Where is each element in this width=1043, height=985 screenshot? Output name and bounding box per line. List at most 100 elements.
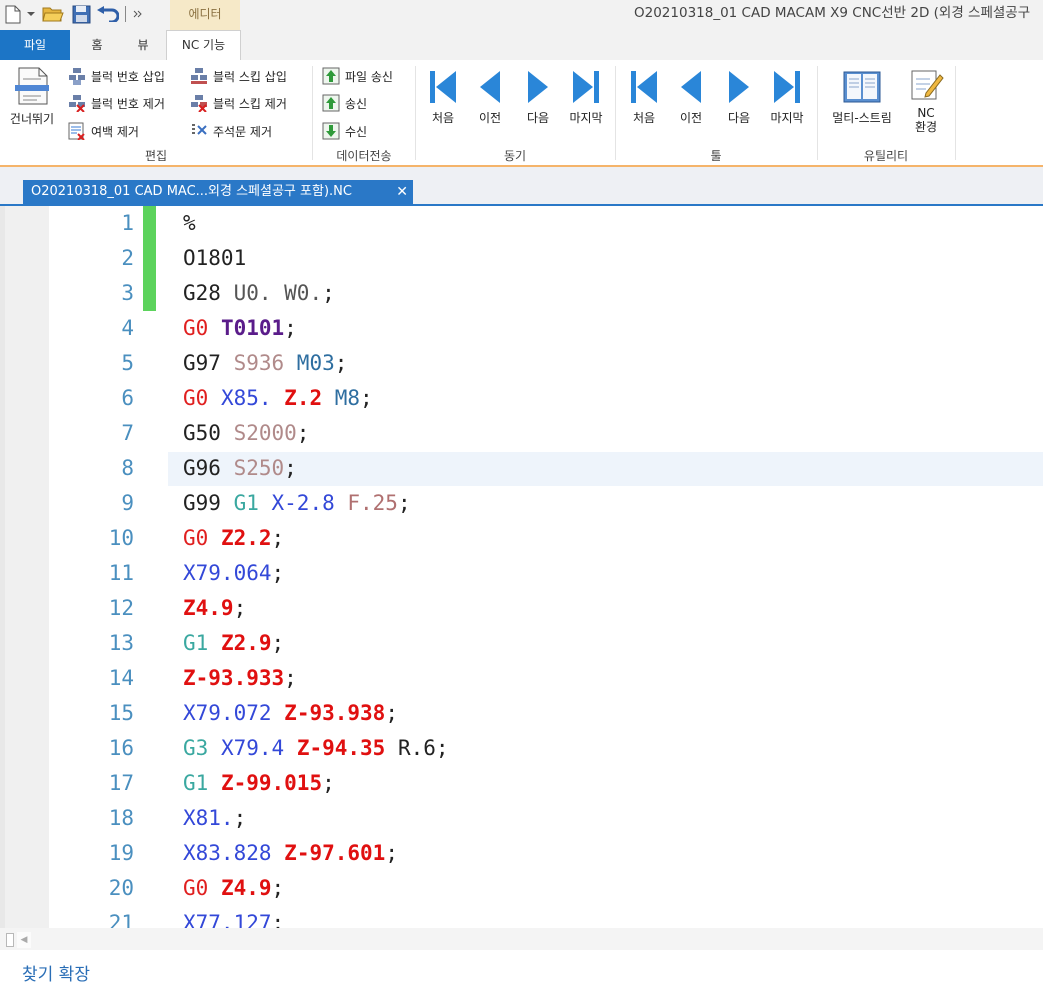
document-tab[interactable]: O20210318_01 CAD MAC...외경 스페셜공구 포함).NC ✕: [23, 180, 413, 204]
code-line[interactable]: 14 Z-93.933;: [0, 661, 1043, 696]
insert-block-skip-button[interactable]: 블럭 스킵 삽입: [190, 66, 287, 86]
code-line[interactable]: 20 G0 Z4.9;: [0, 871, 1043, 906]
line-number: 4: [121, 316, 134, 340]
send-button[interactable]: 송신: [322, 93, 367, 113]
tool-next-button[interactable]: 다음: [716, 68, 762, 126]
code-token: ;: [322, 281, 335, 305]
save-icon[interactable]: [70, 4, 92, 24]
nc-environment-label-line1: NC: [917, 106, 935, 120]
tab-file[interactable]: 파일: [0, 30, 70, 60]
code-line[interactable]: 21 X77.127;: [0, 906, 1043, 928]
horizontal-scrollbar[interactable]: [0, 928, 1043, 950]
code-line[interactable]: 7 G50 S2000;: [0, 416, 1043, 451]
tab-home[interactable]: 홈: [80, 30, 114, 60]
close-icon[interactable]: ✕: [396, 180, 408, 204]
sync-last-button[interactable]: 마지막: [562, 68, 610, 126]
scroll-left-icon[interactable]: ◀: [17, 932, 31, 948]
sync-first-button[interactable]: 처음: [420, 68, 466, 126]
code-text: G0 Z2.2;: [183, 521, 284, 556]
code-line[interactable]: 18 X81.;: [0, 801, 1043, 836]
remove-comment-button[interactable]: 주석문 제거: [190, 121, 272, 141]
remove-block-skip-button[interactable]: 블럭 스킵 제거: [190, 93, 287, 113]
folder-open-icon[interactable]: [41, 4, 65, 24]
code-token: G96: [183, 456, 221, 480]
tool-last-button[interactable]: 마지막: [763, 68, 811, 126]
code-token: ;: [296, 421, 310, 445]
skip-last-icon: [562, 68, 610, 106]
group-separator: [415, 66, 416, 160]
code-line[interactable]: 16 G3 X79.4 Z-94.35 R.6;: [0, 731, 1043, 766]
line-number: 15: [108, 701, 134, 725]
code-line[interactable]: 11 X79.064;: [0, 556, 1043, 591]
code-token: G1: [183, 771, 209, 795]
multistream-button[interactable]: 멀티-스트림: [823, 68, 901, 126]
code-token: G50: [183, 421, 221, 445]
code-line[interactable]: 13 G1 Z2.9;: [0, 626, 1043, 661]
code-line[interactable]: 17 G1 Z-99.015;: [0, 766, 1043, 801]
skip-button[interactable]: 건너뛰기: [4, 66, 60, 127]
nc-environment-label: NC 환경: [903, 106, 949, 134]
line-number: 20: [108, 876, 134, 900]
code-text: X79.064;: [183, 556, 284, 591]
code-token: Z4.9: [220, 876, 272, 900]
code-line[interactable]: 6 G0 X85. Z.2 M8;: [0, 381, 1043, 416]
code-line[interactable]: 3 G28 U0. W0.;: [0, 276, 1043, 311]
code-line[interactable]: 2 O1801: [0, 241, 1043, 276]
code-line[interactable]: 15 X79.072 Z-93.938;: [0, 696, 1043, 731]
tool-prev-button[interactable]: 이전: [668, 68, 714, 126]
skip-icon: [4, 66, 60, 106]
arrow-right-icon: [515, 68, 561, 106]
nc-environment-button[interactable]: NC 환경: [903, 66, 949, 134]
tab-view[interactable]: 뷰: [126, 30, 160, 60]
code-line[interactable]: 9 G99 G1 X-2.8 F.25;: [0, 486, 1043, 521]
code-line[interactable]: 10 G0 Z2.2;: [0, 521, 1043, 556]
code-token: G0: [183, 876, 209, 900]
remove-block-number-button[interactable]: 블럭 번호 제거: [68, 93, 165, 113]
sync-prev-button[interactable]: 이전: [467, 68, 513, 126]
find-expand-link[interactable]: 찾기 확장: [22, 960, 90, 985]
group-label-transfer: 데이터전송: [336, 149, 392, 163]
code-token: G1: [220, 491, 259, 515]
code-token: ;: [397, 491, 411, 515]
customize-quick-access-icon[interactable]: [132, 4, 144, 24]
context-tab-editor[interactable]: 에디터: [170, 0, 240, 30]
code-token: ;: [334, 351, 348, 375]
code-line[interactable]: 5 G97 S936 M03;: [0, 346, 1043, 381]
window-title: O20210318_01 CAD MACAM X9 CNC선반 2D (외경 스…: [634, 5, 1031, 21]
receive-label: 수신: [345, 124, 368, 139]
scrollbar-thumb[interactable]: [6, 933, 14, 947]
code-token: ;: [271, 526, 285, 550]
sync-last-label: 마지막: [569, 111, 603, 125]
code-editor[interactable]: 1% 2 O1801 3 G28 U0. W0.; 4 G0 T0101; 5 G97 S936…: [0, 206, 1043, 928]
sync-next-button[interactable]: 다음: [515, 68, 561, 126]
new-document-icon[interactable]: [3, 4, 23, 24]
code-line[interactable]: 1%: [0, 206, 1043, 241]
insert-block-skip-label: 블럭 스킵 삽입: [213, 69, 287, 84]
code-token: O1801: [183, 246, 247, 270]
code-line[interactable]: 4 G0 T0101;: [0, 311, 1043, 346]
receive-icon: [322, 122, 340, 140]
remove-space-label: 여백 제거: [91, 124, 139, 139]
code-token: Z2.2: [220, 526, 272, 550]
code-text: Z-93.933;: [183, 661, 297, 696]
chevron-down-icon[interactable]: [25, 4, 37, 24]
insert-block-number-button[interactable]: 블럭 번호 삽입: [68, 66, 165, 86]
remove-space-button[interactable]: 여백 제거: [68, 121, 139, 141]
code-token: X81.: [183, 806, 234, 830]
file-send-button[interactable]: 파일 송신: [322, 66, 393, 86]
receive-button[interactable]: 수신: [322, 121, 367, 141]
tool-first-button[interactable]: 처음: [621, 68, 667, 126]
code-token: G99: [183, 491, 221, 515]
tool-prev-label: 이전: [679, 111, 703, 125]
line-number: 6: [121, 386, 134, 410]
block-skip-remove-icon: [190, 94, 208, 112]
code-token: ;: [233, 596, 247, 620]
code-line[interactable]: 19 X83.828 Z-97.601;: [0, 836, 1043, 871]
undo-icon[interactable]: [96, 4, 120, 24]
code-line[interactable]: 12 Z4.9;: [0, 591, 1043, 626]
code-line[interactable]: 8 G96 S250;: [0, 451, 1043, 486]
tab-nc-function[interactable]: NC 기능: [166, 30, 241, 60]
sync-first-label: 처음: [431, 111, 455, 125]
